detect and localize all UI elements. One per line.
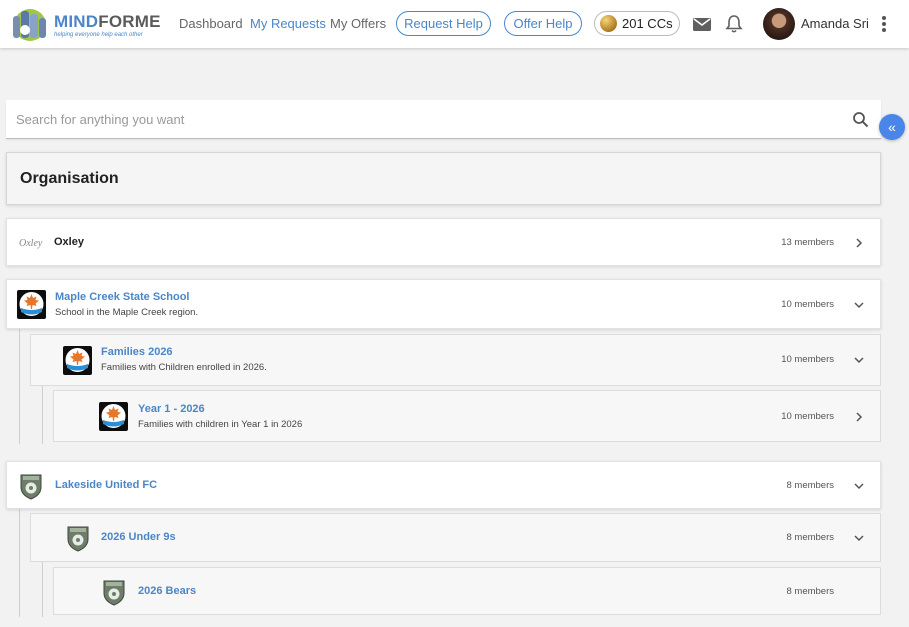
brand-tagline: helping everyone help each other (54, 31, 143, 38)
org-row-maple-creek[interactable]: Maple Creek State School School in the M… (6, 279, 881, 329)
chevron-right-icon[interactable] (854, 412, 864, 422)
chevron-down-icon[interactable] (854, 300, 864, 310)
maple-leaf-logo-icon (99, 402, 128, 431)
member-count: 10 members (781, 354, 834, 365)
nav-dashboard[interactable]: Dashboard (179, 16, 243, 31)
search-icon[interactable] (852, 111, 869, 128)
user-name[interactable]: Amanda Sri (801, 16, 869, 31)
coin-icon (600, 15, 617, 32)
org-name[interactable]: 2026 Bears (138, 585, 196, 597)
football-crest-icon (103, 580, 125, 606)
oxley-logo: Oxley (19, 238, 43, 249)
member-count: 10 members (781, 299, 834, 310)
org-row-lakeside-united[interactable]: Lakeside United FC 8 members (6, 461, 881, 509)
brand-name: MINDFORME (54, 11, 161, 31)
football-crest-icon (67, 526, 89, 552)
nav-my-requests[interactable]: My Requests (250, 16, 326, 31)
user-avatar[interactable] (763, 8, 795, 40)
org-row-2026-bears[interactable]: 2026 Bears 8 members (53, 567, 881, 615)
request-help-button[interactable]: Request Help (396, 11, 491, 36)
bell-icon[interactable] (724, 14, 744, 34)
search-bar (6, 100, 881, 139)
tree-line (19, 329, 20, 444)
org-description: Families with Children enrolled in 2026. (101, 362, 267, 373)
org-row-oxley[interactable]: Oxley Oxley 13 members (6, 218, 881, 266)
org-name[interactable]: Year 1 - 2026 (138, 403, 205, 415)
member-count: 8 members (786, 586, 834, 597)
credits-count: 201 CCs (622, 16, 673, 31)
chevron-down-icon[interactable] (854, 481, 864, 491)
member-count: 8 members (786, 532, 834, 543)
tree-line (19, 509, 20, 617)
nav-my-offers[interactable]: My Offers (330, 16, 386, 31)
chevron-down-icon[interactable] (854, 355, 864, 365)
section-title: Organisation (20, 170, 119, 187)
member-count: 13 members (781, 237, 834, 248)
org-row-2026-under-9s[interactable]: 2026 Under 9s 8 members (30, 513, 881, 562)
people-logo-icon (13, 9, 46, 41)
chevron-down-icon[interactable] (854, 533, 864, 543)
org-row-year-1-2026[interactable]: Year 1 - 2026 Families with children in … (53, 390, 881, 442)
double-chevron-left-icon[interactable]: « (879, 114, 905, 140)
maple-leaf-logo-icon (63, 346, 92, 375)
football-crest-icon (20, 474, 42, 500)
offer-help-button[interactable]: Offer Help (504, 11, 582, 36)
org-name[interactable]: Oxley (54, 236, 84, 248)
section-header: Organisation (6, 152, 881, 205)
maple-leaf-logo-icon (17, 290, 46, 319)
tree-line (42, 386, 43, 444)
tree-line (42, 562, 43, 617)
top-bar: MINDFORME helping everyone help each oth… (0, 0, 909, 48)
member-count: 10 members (781, 411, 834, 422)
org-description: School in the Maple Creek region. (55, 307, 199, 318)
org-row-families-2026[interactable]: Families 2026 Families with Children enr… (30, 334, 881, 386)
search-input[interactable] (16, 100, 836, 138)
chevron-right-icon[interactable] (854, 238, 864, 248)
member-count: 8 members (786, 480, 834, 491)
org-name[interactable]: Maple Creek State School (55, 291, 190, 303)
mail-icon[interactable] (692, 14, 712, 34)
org-name[interactable]: 2026 Under 9s (101, 531, 176, 543)
org-name[interactable]: Families 2026 (101, 346, 173, 358)
more-vertical-icon[interactable] (878, 14, 890, 34)
credits-badge[interactable]: 201 CCs (594, 11, 680, 36)
brand-logo[interactable]: MINDFORME helping everyone help each oth… (8, 8, 161, 42)
org-name[interactable]: Lakeside United FC (55, 479, 157, 491)
org-description: Families with children in Year 1 in 2026 (138, 419, 303, 430)
